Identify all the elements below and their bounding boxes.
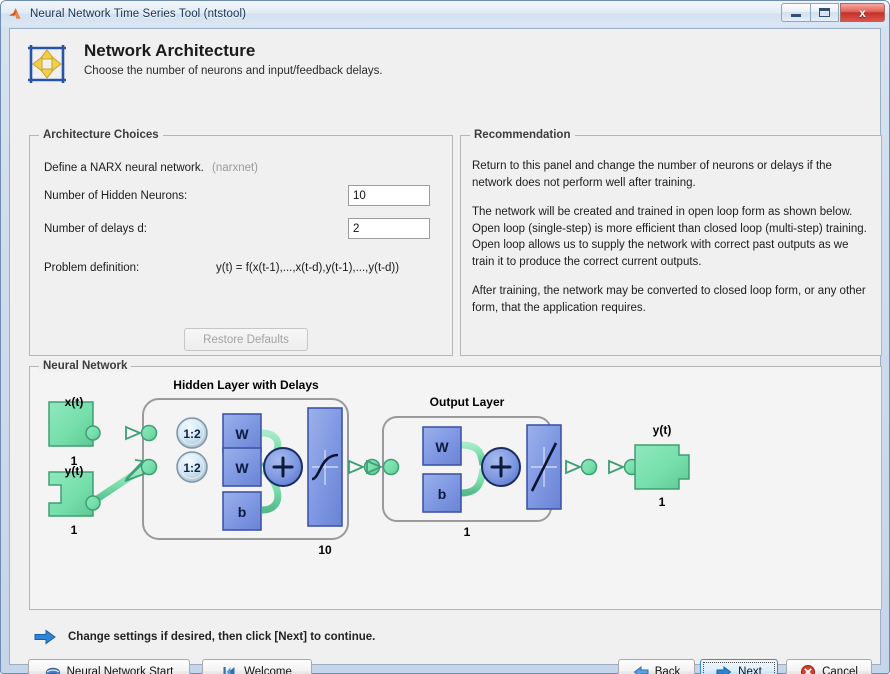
output-weight-box: W [422,426,462,466]
delays-input[interactable] [348,218,430,239]
output-layer-title: Output Layer [429,395,505,409]
output-sum-node [481,447,521,487]
network-diagram: 1:2 1:2 W W b W b x(t) 1 y(t) 1 Hidden L… [31,375,880,608]
recommendation-panel: Recommendation Return to this panel and … [460,129,882,356]
welcome-button[interactable]: Welcome [202,659,312,674]
svg-text:W: W [235,426,249,442]
page-subtitle: Choose the number of neurons and input/f… [84,65,383,77]
maximize-icon [819,8,830,17]
back-button[interactable]: Back [618,659,695,674]
right-arrow-icon [34,629,56,645]
status-row: Change settings if desired, then click [… [10,621,880,653]
architecture-choices-panel: Architecture Choices Define a NARX neura… [29,129,453,356]
client-area: Network Architecture Choose the number o… [9,28,882,674]
neural-network-panel: Neural Network 1:2 1:2 W W b W b x(t) 1 … [29,360,882,610]
next-label: Next [738,665,762,674]
hidden-weight-box-2: W [222,447,262,487]
input-y-label: y(t) [64,464,84,478]
page-title: Network Architecture [84,41,256,60]
output-y-size-label: 1 [658,495,666,509]
cancel-label: Cancel [822,665,858,674]
recommendation-legend: Recommendation [470,129,575,141]
architecture-choices-legend: Architecture Choices [39,129,163,141]
svg-text:W: W [435,439,449,455]
svg-text:1:2: 1:2 [183,461,201,475]
neural-network-start-button[interactable]: Neural Network Start [28,659,190,674]
svg-text:b: b [238,504,247,520]
restore-defaults-button[interactable]: Restore Defaults [184,328,308,351]
svg-text:W: W [235,460,249,476]
network-diagram-svg: 1:2 1:2 W W b W b [48,398,690,540]
close-button[interactable]: x [840,3,885,22]
hidden-bias-box: b [222,491,262,531]
window-controls: x [781,3,885,22]
skip-to-start-icon [223,666,235,674]
neural-network-start-label: Neural Network Start [66,665,174,674]
window-title: Neural Network Time Series Tool (ntstool… [30,7,247,20]
minimize-icon [791,14,801,17]
recommendation-paragraph: After training, the network may be conve… [472,285,866,314]
input-x-label: x(t) [64,395,84,409]
delay-block-2: 1:2 [176,451,208,483]
narxnet-function-hint: (narxnet) [212,162,259,174]
page-header: Network Architecture Choose the number o… [10,29,880,93]
minimize-button[interactable] [781,3,810,22]
recommendation-paragraph: The network will be created and trained … [472,206,867,268]
close-icon: x [859,5,866,20]
maximize-button[interactable] [810,3,839,22]
welcome-label: Welcome [244,665,292,674]
svg-text:1:2: 1:2 [183,427,201,441]
status-text: Change settings if desired, then click [… [68,631,376,643]
recommendation-paragraph: Return to this panel and change the numb… [472,160,832,189]
right-arrow-icon [716,665,732,674]
title-bar: Neural Network Time Series Tool (ntstool… [1,1,889,26]
cancel-icon [801,664,816,674]
hidden-layer-size-label: 10 [318,543,332,557]
matlab-logo-icon [9,8,21,19]
problem-definition-label: Problem definition: [44,262,140,274]
output-layer-size-label: 1 [463,525,471,539]
hidden-neurons-input[interactable] [348,185,430,206]
hidden-sum-node [263,447,303,487]
brain-icon [45,667,60,674]
input-block-y [48,471,101,517]
hidden-transfer-function [307,407,343,527]
recommendation-text: Return to this panel and change the numb… [472,158,871,329]
next-button[interactable]: Next [700,659,778,674]
cancel-button[interactable]: Cancel [786,659,872,674]
svg-text:b: b [438,486,447,502]
button-bar: Neural Network Start Welcome Back Next C… [10,657,880,674]
back-label: Back [654,665,681,674]
neural-network-legend: Neural Network [39,360,132,372]
delays-label: Number of delays d: [44,223,147,235]
hidden-layer-title: Hidden Layer with Delays [173,378,319,392]
output-block-y [634,444,690,490]
define-narx-text: Define a NARX neural network. [44,162,204,174]
application-window: Neural Network Time Series Tool (ntstool… [0,0,890,674]
problem-definition-formula: y(t) = f(x(t-1),...,x(t-d),y(t-1),...,y(… [216,262,400,274]
hidden-neurons-label: Number of Hidden Neurons: [44,190,188,202]
output-bias-box: b [422,473,462,513]
input-y-size-label: 1 [70,523,78,537]
network-architecture-icon [28,45,66,83]
output-y-label: y(t) [652,423,672,437]
delay-block-1: 1:2 [176,417,208,449]
output-transfer-function [526,424,562,510]
left-arrow-icon [633,665,649,674]
hidden-weight-box-1: W [222,413,262,453]
